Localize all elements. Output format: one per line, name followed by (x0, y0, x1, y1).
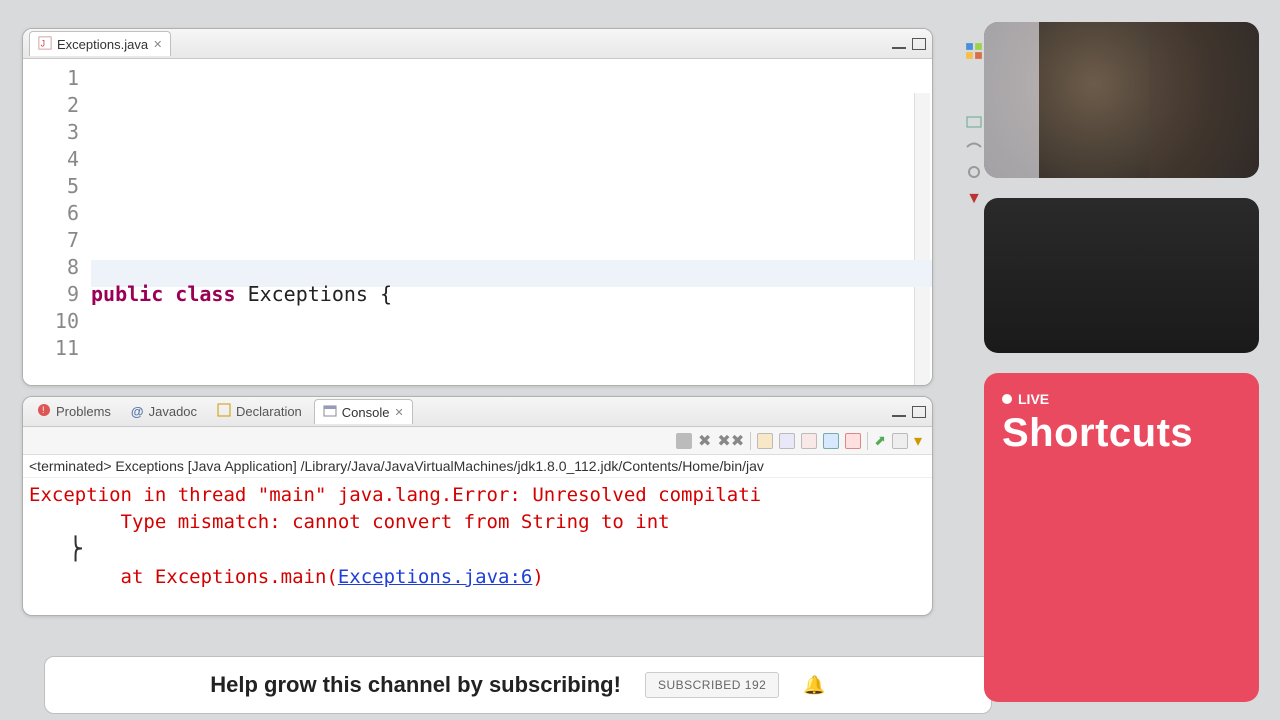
clear-console-icon[interactable] (757, 433, 773, 449)
shortcuts-panel: LIVE Shortcuts (984, 373, 1259, 702)
console-icon (323, 404, 337, 421)
close-tab-icon[interactable]: ✕ (153, 38, 162, 51)
tab-console[interactable]: Console ✕ (314, 399, 413, 424)
editor-tab-label: Exceptions.java (57, 37, 148, 52)
console-process-path: <terminated> Exceptions [Java Applicatio… (23, 455, 932, 478)
live-dot-icon (1002, 394, 1012, 404)
webcam-feed (984, 22, 1259, 178)
tab-declaration-label: Declaration (236, 404, 302, 419)
minimize-console-icon[interactable] (892, 407, 906, 417)
live-label: LIVE (1018, 391, 1049, 407)
close-console-icon[interactable]: ✕ (395, 406, 404, 419)
tab-javadoc[interactable]: @ Javadoc (123, 399, 205, 424)
scroll-lock-icon[interactable] (779, 433, 795, 449)
shortcuts-title: Shortcuts (1002, 411, 1241, 456)
console-output[interactable]: Exception in thread "main" java.lang.Err… (23, 478, 932, 595)
console-panel: ! Problems @ Javadoc Declaration Console… (22, 396, 933, 616)
keyboard-feed (984, 198, 1259, 353)
editor-tab-bar: J Exceptions.java ✕ (23, 29, 932, 59)
show-console-icon[interactable] (823, 433, 839, 449)
new-console-dropdown-icon[interactable] (892, 433, 908, 449)
maximize-icon[interactable] (912, 38, 926, 50)
console-toolbar: ✖ ✖✖ ⬈ ▾ (23, 427, 932, 455)
display-selected-icon[interactable] (845, 433, 861, 449)
java-file-icon: J (38, 36, 52, 53)
link-editor-icon[interactable] (965, 140, 983, 159)
type-hierarchy-icon[interactable] (965, 115, 983, 134)
text-cursor-icon: ⎬ (29, 536, 82, 563)
declaration-icon (217, 403, 231, 420)
tab-declaration[interactable]: Declaration (209, 399, 310, 424)
svg-text:J: J (41, 38, 45, 48)
toggle-icon[interactable] (965, 165, 983, 184)
line-number-gutter: 1 2 3 4 5 6 7 8 9 10 11 (23, 59, 87, 385)
tab-javadoc-label: Javadoc (149, 404, 197, 419)
open-console-icon[interactable]: ⬈ (874, 432, 886, 449)
dropdown-triangle-icon[interactable]: ▼ (966, 190, 982, 208)
live-indicator: LIVE (1002, 391, 1241, 407)
subscribe-bar: Help grow this channel by subscribing! S… (44, 656, 992, 714)
subscribed-button[interactable]: SUBSCRIBED 192 (645, 672, 779, 698)
outline-view-icon[interactable] (965, 42, 983, 65)
minimize-icon[interactable] (892, 39, 906, 49)
editor-panel: J Exceptions.java ✕ 1 2 3 4 5 6 7 8 (22, 28, 933, 386)
editor-tab-exceptions[interactable]: J Exceptions.java ✕ (29, 31, 171, 56)
remove-terminated-icon[interactable]: ✖ (698, 431, 711, 451)
console-menu-dropdown-icon[interactable]: ▾ (914, 431, 922, 451)
tab-problems-label: Problems (56, 404, 111, 419)
stack-trace-link[interactable]: Exceptions.java:6 (338, 566, 532, 588)
maximize-console-icon[interactable] (912, 406, 926, 418)
overview-ruler[interactable] (914, 93, 930, 386)
javadoc-icon: @ (131, 404, 144, 419)
subscribe-cta-text: Help grow this channel by subscribing! (210, 672, 621, 698)
code-editor[interactable]: public class Exceptions { public static … (87, 59, 932, 385)
tab-problems[interactable]: ! Problems (29, 399, 119, 424)
stop-icon[interactable] (676, 433, 692, 449)
pin-console-icon[interactable] (801, 433, 817, 449)
svg-text:!: ! (42, 405, 45, 415)
right-sidebar: LIVE Shortcuts (984, 22, 1259, 702)
bottom-tab-bar: ! Problems @ Javadoc Declaration Console… (23, 397, 932, 427)
problems-icon: ! (37, 403, 51, 420)
remove-all-terminated-icon[interactable]: ✖✖ (717, 431, 744, 451)
tab-console-label: Console (342, 405, 390, 420)
bell-icon[interactable]: 🔔 (803, 675, 825, 696)
